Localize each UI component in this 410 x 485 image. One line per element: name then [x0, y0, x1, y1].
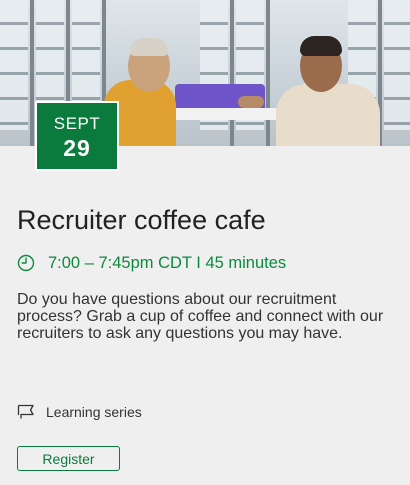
event-series-row: Learning series [17, 402, 142, 422]
register-button[interactable]: Register [17, 446, 120, 471]
date-badge: SEPT 29 [35, 101, 119, 171]
event-title: Recruiter coffee cafe [17, 205, 266, 235]
clock-icon [17, 254, 35, 272]
date-month: SEPT [53, 114, 101, 133]
event-description: Do you have questions about our recruitm… [17, 291, 384, 342]
flag-icon [17, 404, 35, 420]
event-series: Learning series [46, 404, 142, 420]
event-card: SEPT 29 Recruiter coffee cafe 7:00 – 7:4… [0, 0, 410, 485]
date-day: 29 [63, 135, 91, 161]
event-time: 7:00 – 7:45pm CDT I 45 minutes [48, 253, 287, 272]
event-time-row: 7:00 – 7:45pm CDT I 45 minutes [17, 252, 286, 274]
